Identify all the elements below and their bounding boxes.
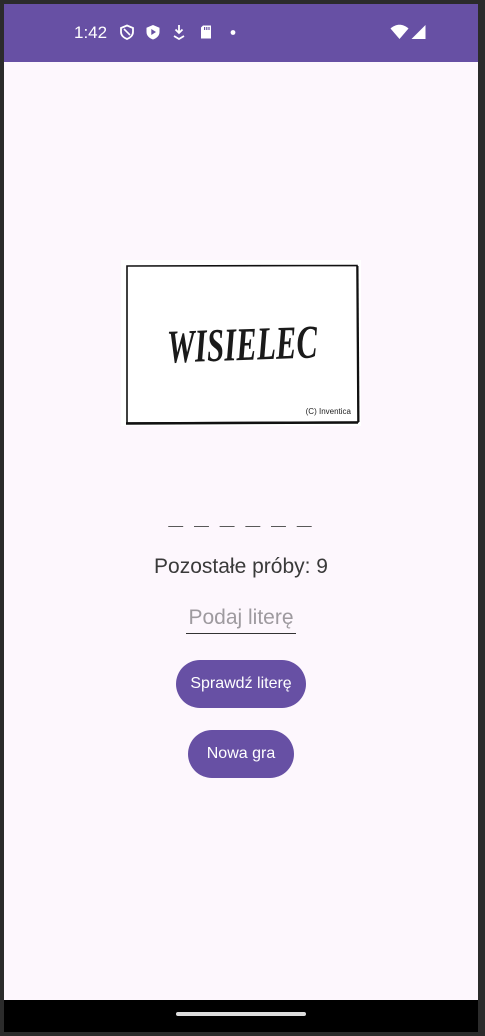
dot-icon: [225, 24, 241, 40]
wifi-icon: [390, 24, 409, 40]
new-game-button[interactable]: Nowa gra: [188, 730, 294, 778]
status-time: 1:42: [74, 23, 108, 42]
sd-card-icon: [198, 24, 214, 40]
download-icon: [171, 24, 187, 40]
home-gesture-handle[interactable]: [176, 1012, 306, 1016]
letter-input[interactable]: [186, 603, 296, 634]
shield-outline-icon: [119, 24, 135, 40]
logo-title: WISIELEC: [166, 316, 318, 373]
phone-screen: 1:42 WISIELEC (C) Inventica _ _ _ _ _ _ …: [4, 4, 478, 1032]
logo-credit: (C) Inventica: [306, 407, 352, 416]
main-content: WISIELEC (C) Inventica _ _ _ _ _ _ Pozos…: [4, 62, 478, 1000]
remaining-tries-label: Pozostałe próby: 9: [154, 555, 328, 578]
status-bar: 1:42: [4, 4, 478, 62]
shield-play-icon: [145, 24, 161, 40]
hidden-word-display: _ _ _ _ _ _: [168, 500, 314, 530]
navigation-bar: [4, 1000, 478, 1032]
signal-icon: [410, 24, 426, 40]
check-letter-button[interactable]: Sprawdź literę: [176, 660, 306, 708]
hangman-logo-image: WISIELEC (C) Inventica: [121, 260, 361, 426]
